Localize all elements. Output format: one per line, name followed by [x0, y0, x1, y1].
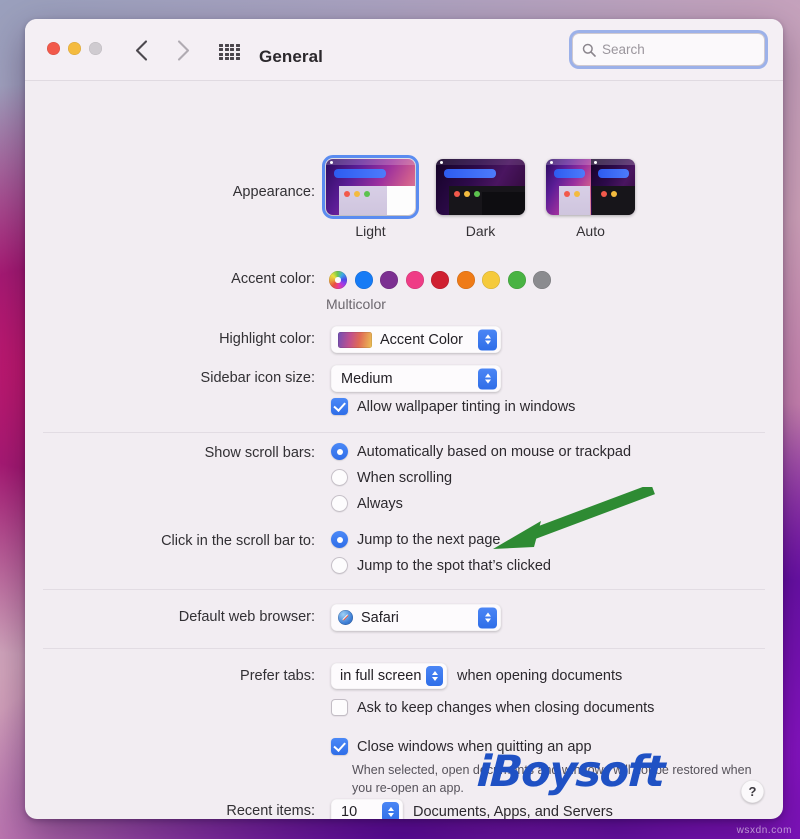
default-web-browser-label: Default web browser:	[178, 609, 315, 625]
recent-items-row: 10 Documents, Apps, and Servers	[331, 799, 613, 819]
traffic-light-buttons	[47, 42, 102, 55]
scrollbar-click-option-spot-clicked[interactable]: Jump to the spot that’s clicked	[331, 557, 551, 574]
recent-items-popup[interactable]: 10	[331, 799, 403, 819]
default-web-browser-popup[interactable]: Safari	[331, 604, 501, 631]
prefer-tabs-popup[interactable]: in full screen	[331, 663, 447, 689]
wallpaper-tinting-row[interactable]: Allow wallpaper tinting in windows	[331, 398, 575, 415]
accent-swatch-red[interactable]	[431, 271, 449, 289]
radio-jump-spot-clicked[interactable]	[331, 557, 348, 574]
search-placeholder: Search	[602, 42, 645, 57]
appearance-options: Light Dark Auto	[321, 154, 635, 239]
prefer-tabs-value: in full screen	[340, 668, 422, 684]
brand-watermark: iBoysoft	[475, 747, 665, 797]
highlight-color-label: Highlight color:	[219, 331, 315, 347]
appearance-thumbnail-auto[interactable]	[546, 159, 635, 215]
window-toolbar: General Search	[25, 19, 783, 81]
prefer-tabs-row: in full screen when opening documents	[331, 663, 622, 689]
zoom-button[interactable]	[89, 42, 102, 55]
appearance-label-dark: Dark	[465, 223, 496, 239]
accent-swatch-orange[interactable]	[456, 271, 475, 289]
highlight-color-value: Accent Color	[380, 331, 464, 348]
scrollbar-option-label: Automatically based on mouse or trackpad	[357, 443, 632, 460]
appearance-option-dark[interactable]: Dark	[436, 159, 525, 239]
navigation-buttons	[130, 35, 194, 65]
preferences-content: Appearance: Light Dark Auto Accent color…	[25, 81, 783, 819]
scrollbar-option-label: When scrolling	[357, 469, 453, 486]
scrollbar-click-option-next-page[interactable]: Jump to the next page	[331, 531, 551, 548]
system-preferences-window: General Search Appearance: Light Dark Au…	[25, 19, 783, 819]
appearance-thumbnail-dark[interactable]	[436, 159, 525, 215]
accent-color-name: Multicolor	[326, 296, 386, 312]
search-field[interactable]: Search	[572, 33, 765, 66]
scrollbar-click-label: Jump to the next page	[357, 531, 501, 548]
accent-swatch-blue[interactable]	[354, 271, 373, 289]
section-divider-1	[43, 432, 765, 433]
chevron-updown-icon[interactable]	[478, 329, 497, 350]
radio-jump-next-page[interactable]	[331, 531, 348, 548]
scrollbar-option-automatic[interactable]: Automatically based on mouse or trackpad	[331, 443, 631, 460]
scroll-bar-click-label: Click in the scroll bar to:	[161, 533, 315, 549]
accent-color-label: Accent color:	[231, 271, 315, 287]
prefer-tabs-label: Prefer tabs:	[240, 668, 315, 684]
sidebar-icon-size-value: Medium	[341, 370, 393, 387]
accent-color-swatches	[329, 271, 551, 289]
accent-swatch-pink[interactable]	[405, 271, 424, 289]
help-button[interactable]: ?	[741, 780, 764, 803]
scroll-bar-click-radiogroup: Jump to the next page Jump to the spot t…	[331, 531, 551, 574]
chevron-updown-icon[interactable]	[382, 802, 399, 819]
radio-when-scrolling[interactable]	[331, 469, 348, 486]
chevron-left-icon[interactable]	[130, 35, 152, 65]
chevron-updown-icon[interactable]	[478, 368, 497, 389]
prefer-tabs-suffix: when opening documents	[457, 668, 623, 684]
highlight-color-chip	[338, 331, 372, 348]
default-web-browser-value: Safari	[361, 609, 399, 626]
safari-icon	[338, 610, 353, 625]
sidebar-icon-size-popup[interactable]: Medium	[331, 365, 501, 392]
show-scroll-bars-radiogroup: Automatically based on mouse or trackpad…	[331, 443, 631, 512]
chevron-updown-icon[interactable]	[426, 666, 443, 686]
chevron-updown-icon[interactable]	[478, 607, 497, 628]
appearance-thumbnail-light[interactable]	[321, 154, 420, 220]
appearance-option-light[interactable]: Light	[321, 154, 420, 239]
close-button[interactable]	[47, 42, 60, 55]
search-icon	[582, 43, 596, 57]
page-title: General	[259, 47, 324, 66]
site-watermark: wsxdn.com	[736, 825, 792, 836]
section-divider-3	[43, 648, 765, 649]
appearance-label: Appearance:	[232, 184, 315, 200]
chevron-right-icon[interactable]	[172, 35, 194, 65]
ask-keep-changes-checkbox[interactable]	[331, 699, 348, 716]
scrollbar-option-when-scrolling[interactable]: When scrolling	[331, 469, 631, 486]
recent-items-suffix: Documents, Apps, and Servers	[413, 804, 613, 819]
accent-swatch-green[interactable]	[507, 271, 526, 289]
ask-keep-changes-row[interactable]: Ask to keep changes when closing documen…	[331, 699, 654, 716]
radio-always[interactable]	[331, 495, 348, 512]
accent-swatch-yellow[interactable]	[482, 271, 500, 289]
sidebar-icon-size-label: Sidebar icon size:	[200, 370, 315, 386]
close-windows-checkbox[interactable]	[331, 738, 348, 755]
accent-swatch-purple[interactable]	[380, 271, 398, 289]
recent-items-value: 10	[341, 804, 358, 819]
wallpaper-tinting-checkbox[interactable]	[331, 398, 348, 415]
minimize-button[interactable]	[68, 42, 81, 55]
radio-automatic[interactable]	[331, 443, 348, 460]
accent-swatch-graphite[interactable]	[533, 271, 551, 289]
scrollbar-option-label: Always	[357, 495, 403, 512]
section-divider-2	[43, 589, 765, 590]
scrollbar-option-always[interactable]: Always	[331, 495, 631, 512]
accent-swatch-multicolor[interactable]	[329, 271, 347, 289]
ask-keep-changes-label: Ask to keep changes when closing documen…	[357, 699, 655, 716]
appearance-label-auto: Auto	[576, 223, 605, 239]
highlight-color-popup[interactable]: Accent Color	[331, 326, 501, 353]
wallpaper-tinting-label: Allow wallpaper tinting in windows	[357, 398, 576, 415]
show-scroll-bars-label: Show scroll bars:	[204, 445, 315, 461]
show-all-grid-icon[interactable]	[219, 44, 240, 60]
recent-items-label: Recent items:	[226, 803, 315, 819]
appearance-label-light: Light	[355, 223, 386, 239]
appearance-option-auto[interactable]: Auto	[546, 159, 635, 239]
scrollbar-click-label: Jump to the spot that’s clicked	[357, 557, 551, 574]
